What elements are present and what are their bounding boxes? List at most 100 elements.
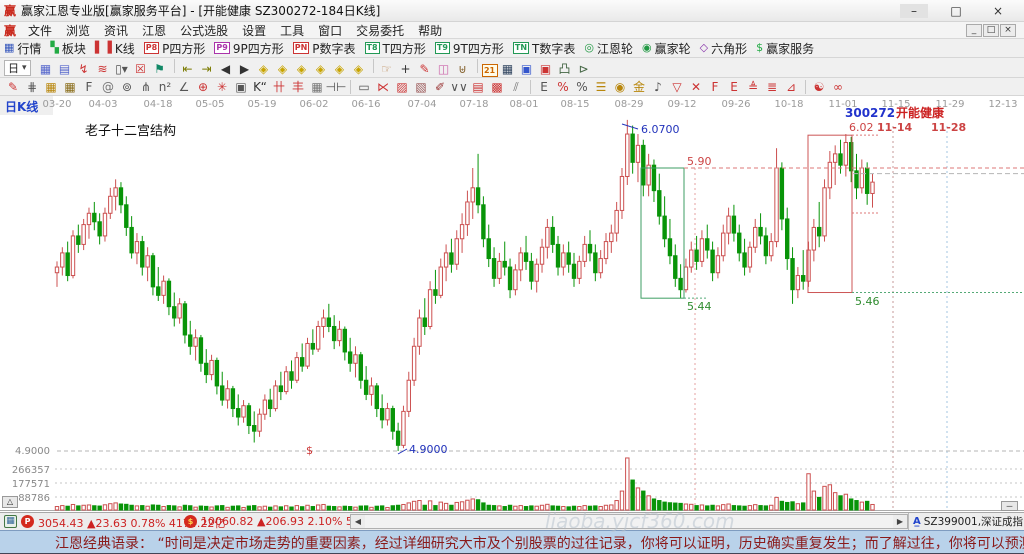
infinity-icon[interactable]: ∞ bbox=[829, 79, 847, 95]
menu-item-2[interactable]: 资讯 bbox=[97, 24, 135, 38]
yinyang-icon[interactable]: ☯ bbox=[810, 79, 828, 95]
flag-icon[interactable]: ⚑ bbox=[151, 61, 169, 77]
ratio-icon[interactable]: E bbox=[535, 79, 553, 95]
t-square-button[interactable]: T8T四方形 bbox=[365, 40, 426, 57]
pencil-2-icon[interactable]: ✐ bbox=[431, 79, 449, 95]
sh-market-icon[interactable]: P bbox=[21, 515, 34, 528]
shade-box-icon[interactable]: ▨ bbox=[393, 79, 411, 95]
flip-page-icon[interactable]: ◫ bbox=[435, 61, 453, 77]
funnel-icon[interactable]: ▽ bbox=[668, 79, 686, 95]
h-compress-icon[interactable]: ◈ bbox=[312, 61, 330, 77]
menu-item-4[interactable]: 公式选股 bbox=[173, 24, 235, 38]
red-box-grid-icon[interactable]: ▩ bbox=[488, 79, 506, 95]
menu-item-3[interactable]: 江恩 bbox=[135, 24, 173, 38]
hand-icon[interactable]: ☞ bbox=[378, 61, 396, 77]
printer-icon[interactable]: 凸 bbox=[556, 61, 574, 77]
menu-item-0[interactable]: 文件 bbox=[21, 24, 59, 38]
parallel-icon[interactable]: ⫽ bbox=[507, 79, 525, 95]
star-icon[interactable]: ✳ bbox=[213, 79, 231, 95]
shade-box-2-icon[interactable]: ▧ bbox=[412, 79, 430, 95]
e-red-icon[interactable]: E bbox=[725, 79, 743, 95]
grid-sm-icon[interactable]: ▦ bbox=[308, 79, 326, 95]
save-red-icon[interactable]: ▣ bbox=[537, 61, 555, 77]
rect-tool-icon[interactable]: ▭ bbox=[355, 79, 373, 95]
candle-style-icon[interactable]: ▯▾ bbox=[113, 61, 131, 77]
f-tool-icon[interactable]: F bbox=[80, 79, 98, 95]
menu-item-1[interactable]: 浏览 bbox=[59, 24, 97, 38]
9p-square-button[interactable]: P99P四方形 bbox=[214, 40, 283, 57]
menu-item-8[interactable]: 交易委托 bbox=[349, 24, 411, 38]
money-bag-icon[interactable]: ⊎ bbox=[454, 61, 472, 77]
menu-item-7[interactable]: 窗口 bbox=[311, 24, 349, 38]
photo-icon[interactable]: ▣ bbox=[232, 79, 250, 95]
window-tile-icon[interactable]: ▦ bbox=[37, 61, 55, 77]
hatch-icon[interactable]: ⋕ bbox=[23, 79, 41, 95]
menu-item-5[interactable]: 设置 bbox=[235, 24, 273, 38]
gann-grid-red-icon[interactable]: 丰 bbox=[289, 79, 307, 95]
percent-red-icon[interactable]: % bbox=[554, 79, 572, 95]
child-minimize-button[interactable]: _ bbox=[966, 24, 982, 37]
gann-fan-red-icon[interactable]: 卄 bbox=[270, 79, 288, 95]
zoom-left-icon[interactable]: ◈ bbox=[255, 61, 273, 77]
v-expand-icon[interactable]: ◈ bbox=[331, 61, 349, 77]
hexagon-button[interactable]: ◇六角形 bbox=[700, 40, 747, 57]
menu-item-9[interactable]: 帮助 bbox=[411, 24, 449, 38]
horizontal-scrollbar[interactable]: ◀ ▶ bbox=[350, 514, 908, 529]
x-line-icon[interactable]: ✕ bbox=[687, 79, 705, 95]
slope-icon[interactable]: ⊿ bbox=[782, 79, 800, 95]
menu-item-6[interactable]: 工具 bbox=[273, 24, 311, 38]
gold-text-icon[interactable]: 金 bbox=[630, 79, 648, 95]
period-dropdown[interactable]: 日 ▾ bbox=[4, 60, 31, 76]
circle-tool-icon[interactable]: ⊚ bbox=[118, 79, 136, 95]
winner-service-button[interactable]: $赢家服务 bbox=[756, 40, 814, 57]
close-button[interactable]: × bbox=[984, 4, 1012, 18]
kline-button[interactable]: ▌▐K线 bbox=[95, 40, 135, 57]
last-bar-icon[interactable]: ⇥ bbox=[198, 61, 216, 77]
child-close-button[interactable]: × bbox=[1000, 24, 1016, 37]
layers-icon[interactable]: ≣ bbox=[763, 79, 781, 95]
gann-wheel-button[interactable]: ◎江恩轮 bbox=[584, 40, 633, 57]
t-table-button[interactable]: TNT数字表 bbox=[513, 40, 576, 57]
n-square-icon[interactable]: n² bbox=[156, 79, 174, 95]
quotes-button[interactable]: ▦行情 bbox=[4, 40, 41, 57]
sz-market-icon[interactable]: $ bbox=[184, 515, 197, 528]
p-table-button[interactable]: PNP数字表 bbox=[293, 40, 356, 57]
spiral-icon[interactable]: @ bbox=[99, 79, 117, 95]
clipboard-icon[interactable]: ▤ bbox=[56, 61, 74, 77]
gold-circle-icon[interactable]: ◉ bbox=[611, 79, 629, 95]
next-bar-icon[interactable]: ▶ bbox=[236, 61, 254, 77]
trend-zigzag-icon[interactable]: ↯ bbox=[75, 61, 93, 77]
h-expand-icon[interactable]: ◈ bbox=[293, 61, 311, 77]
k-quote-icon[interactable]: K“ bbox=[251, 79, 269, 95]
angle-icon[interactable]: ∠ bbox=[175, 79, 193, 95]
gold-grid-icon[interactable]: ▦ bbox=[42, 79, 60, 95]
calendar-icon[interactable]: 21 bbox=[482, 64, 498, 77]
zoom-right-icon[interactable]: ◈ bbox=[274, 61, 292, 77]
sectors-button[interactable]: ▚板块 bbox=[50, 40, 85, 57]
region-box-icon[interactable]: ☒ bbox=[132, 61, 150, 77]
export-icon[interactable]: ⊳ bbox=[575, 61, 593, 77]
red-grid-icon[interactable]: ▤ bbox=[469, 79, 487, 95]
note-icon[interactable]: ♪ bbox=[649, 79, 667, 95]
first-bar-icon[interactable]: ⇤ bbox=[179, 61, 197, 77]
p-square-button[interactable]: P8P四方形 bbox=[144, 40, 206, 57]
volume-minimize-button[interactable]: － bbox=[1001, 501, 1018, 511]
scroll-track[interactable] bbox=[365, 515, 893, 528]
scroll-right-button[interactable]: ▶ bbox=[893, 515, 907, 528]
scroll-left-button[interactable]: ◀ bbox=[351, 515, 365, 528]
hatch-2-icon[interactable]: ⋔ bbox=[137, 79, 155, 95]
f-red-icon[interactable]: F bbox=[706, 79, 724, 95]
prev-bar-icon[interactable]: ◀ bbox=[217, 61, 235, 77]
v-compress-icon[interactable]: ◈ bbox=[350, 61, 368, 77]
index-selector[interactable]: A̲ SZ399001,深证成指 bbox=[908, 513, 1024, 530]
gold-grid-2-icon[interactable]: ▦ bbox=[61, 79, 79, 95]
volume-collapse-button[interactable]: △ bbox=[2, 496, 18, 508]
zigzag-tool-icon[interactable]: ∨∨ bbox=[450, 79, 468, 95]
h-adjust-icon[interactable]: ⊣⊢ bbox=[327, 79, 345, 95]
calculator-icon[interactable]: ▦ bbox=[499, 61, 517, 77]
fan-lines-icon[interactable]: ⋉ bbox=[374, 79, 392, 95]
chart-area[interactable]: 江恩工具软件 QQ:100800360财赢赢家聊吧6.07005.905.446… bbox=[0, 96, 1024, 512]
percent-icon[interactable]: % bbox=[573, 79, 591, 95]
gold-bars-icon[interactable]: ☰ bbox=[592, 79, 610, 95]
child-restore-button[interactable]: □ bbox=[983, 24, 999, 37]
